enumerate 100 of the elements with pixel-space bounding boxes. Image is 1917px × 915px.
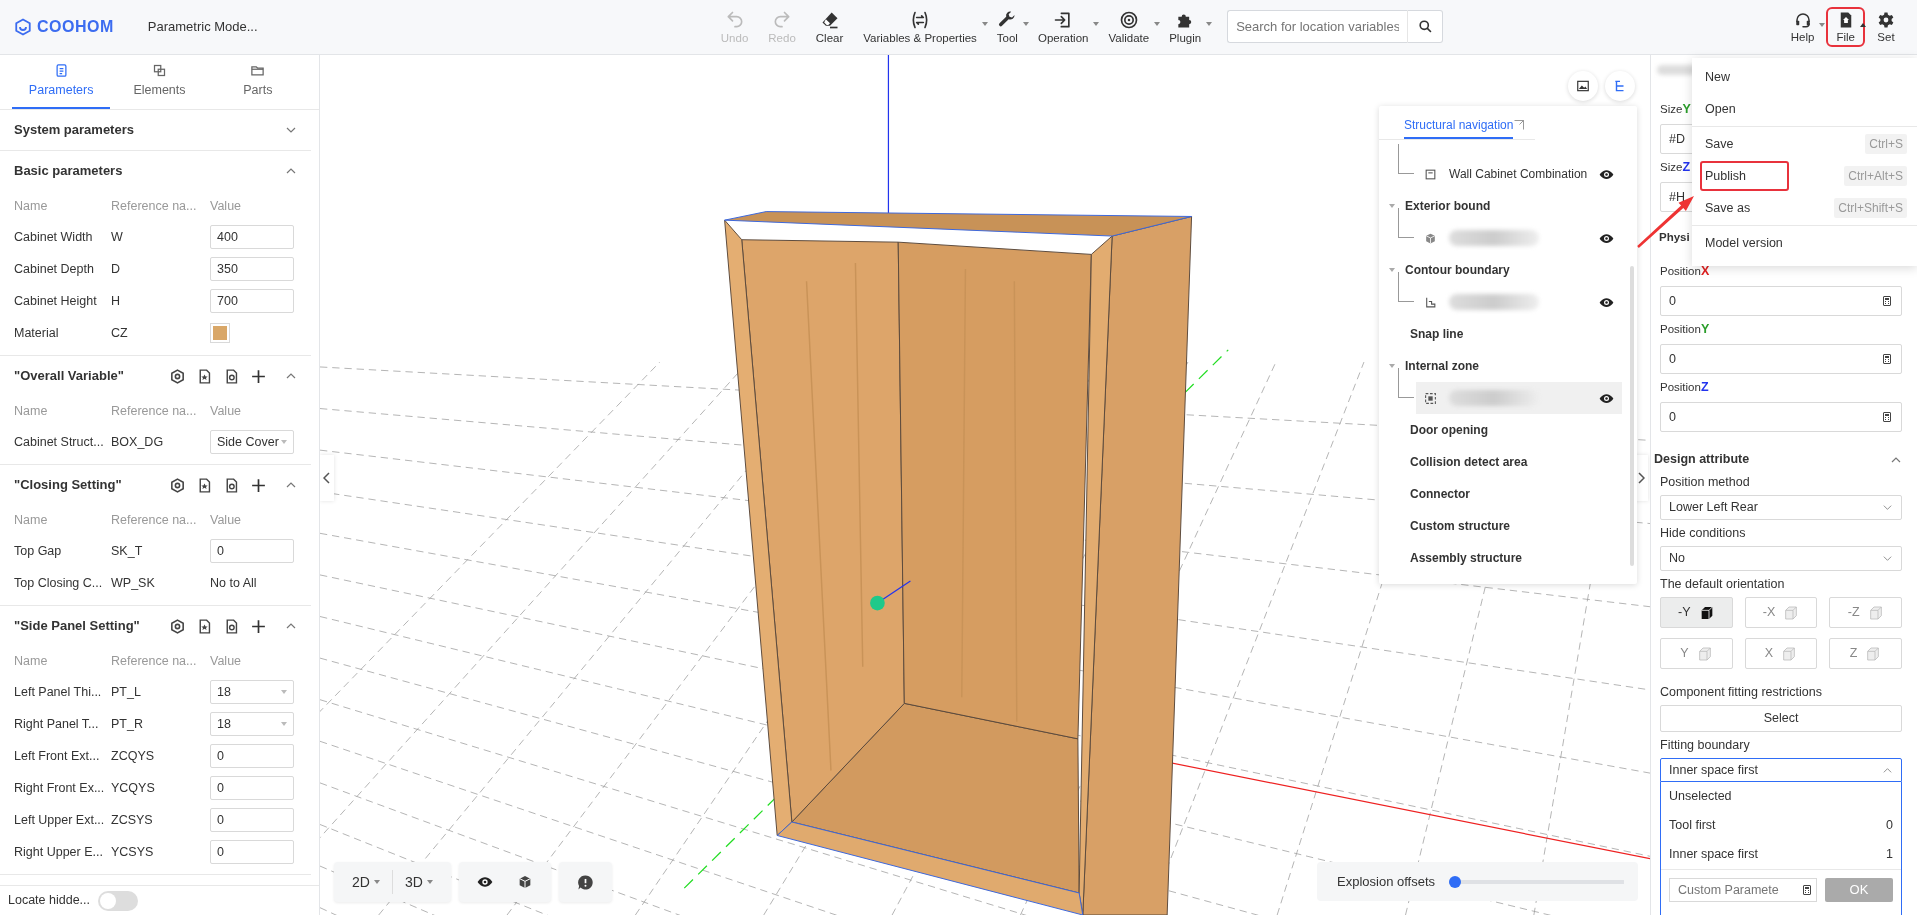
toolbar-button[interactable]: Tool [988,7,1026,47]
tree-item[interactable]: Wall Cabinet Combination [1416,158,1623,190]
cube-icon [1424,231,1437,245]
reference-name: ZCSYS [111,811,154,829]
orientation-button[interactable]: -Y [1660,597,1733,628]
panel-tab[interactable]: Parameters [12,55,111,109]
toolbar-button[interactable]: Validate [1100,7,1158,47]
value-field[interactable]: 0 [210,744,294,768]
material-swatch[interactable] [210,323,230,343]
tree-node[interactable]: Connector [1410,485,1470,503]
menu-item[interactable]: Publish Ctrl+Alt+S [1692,160,1917,192]
reference-name: WP_SK [111,574,156,592]
settings-icon[interactable] [169,476,186,494]
view-mode-button[interactable]: 2D [340,868,392,896]
reference-name: PT_R [111,715,144,733]
value-field[interactable]: 0 [210,840,294,864]
tree-node[interactable]: Assembly structure [1410,549,1523,567]
parameter-name: Material [14,324,60,342]
panel-tab[interactable]: Structural navigation [1404,116,1514,139]
value-field[interactable]: 0 [210,776,294,800]
position-field[interactable]: 0 [1660,402,1902,433]
search-button[interactable] [1407,10,1444,44]
toolbar-button[interactable]: Set [1869,8,1903,46]
tree-node[interactable]: Internal zone [1405,357,1479,375]
reference-name: SK_T [111,542,144,560]
view-mode-button[interactable]: 3D [392,868,445,896]
value-dropdown[interactable]: 18 [210,680,294,704]
tree-node[interactable]: Collision detect area [1410,453,1528,471]
menu-item[interactable]: New [1692,61,1917,93]
orientation-button[interactable]: -X [1744,597,1818,628]
dropdown-option[interactable]: Tool first 0 [1661,811,1901,840]
calculator-icon[interactable] [1881,411,1893,424]
value-field[interactable]: 350 [210,257,294,281]
position-field[interactable]: 0 [1660,344,1902,375]
value-field[interactable]: 400 [210,225,294,249]
cube-icon [1867,604,1884,621]
search-field[interactable]: Search for location variables [1227,10,1408,44]
calculator-icon[interactable] [1881,295,1893,308]
section-title: Design attribute [1654,451,1750,469]
dropdown-field[interactable]: Lower Left Rear [1660,495,1902,520]
tree-node[interactable]: Exterior bound [1405,197,1491,215]
dropdown-field[interactable]: No [1660,546,1902,571]
collapse-handle[interactable] [320,455,334,501]
tree-node[interactable]: Contour boundary [1405,261,1510,279]
dropdown-option[interactable]: Inner space first 1 [1661,840,1901,869]
reference-name: H [111,292,122,310]
toolbar-button[interactable]: Operation [1029,7,1097,47]
settings-icon[interactable] [169,617,186,635]
add-icon[interactable] [250,476,267,494]
orientation-button[interactable]: Y [1660,638,1733,669]
caret-icon [1154,21,1161,26]
orientation-button[interactable]: -Z [1829,597,1902,628]
value-field[interactable]: 700 [210,289,294,313]
corner-icon [1424,295,1437,309]
reference-name: ZCQYS [111,747,156,765]
calculator-icon[interactable] [1881,353,1893,366]
panel-tab[interactable]: Elements [110,55,209,109]
orientation-button[interactable]: X [1744,638,1818,669]
hierarchy-button[interactable] [1605,71,1635,101]
section-title: System parameters [14,121,135,140]
scrollbar[interactable] [1630,266,1634,566]
slider-thumb[interactable] [1449,875,1462,888]
expand-window-icon[interactable] [1513,119,1526,131]
orientation-button[interactable]: Z [1829,638,1902,669]
toggle-switch[interactable] [98,890,138,911]
item-label: Wall Cabinet Combination [1449,166,1588,183]
value-field[interactable]: 0 [210,539,294,563]
toolbar-button[interactable]: Help [1782,8,1823,46]
toolbar-button[interactable]: Variables & Properties [855,7,985,47]
select-button[interactable]: Select [1660,705,1902,732]
toolbar-button[interactable]: Clear [807,7,852,47]
zone-icon [1424,391,1437,405]
position-field[interactable]: 0 [1660,286,1902,317]
menu-item[interactable]: Save Ctrl+S [1692,128,1917,160]
reference-name: BOX_DG [111,433,165,451]
tree-node[interactable]: Snap line [1410,325,1464,343]
chevron-right-icon [1637,472,1645,484]
value-dropdown[interactable]: Side Cover [210,430,294,454]
menu-item[interactable]: Save as Ctrl+Shift+S [1692,192,1917,224]
pivot-handle[interactable] [870,580,912,611]
panel-tab[interactable]: Parts [208,55,307,109]
image-button[interactable] [1568,71,1598,101]
menu-item[interactable]: Model version [1692,227,1917,259]
value-dropdown[interactable]: 18 [210,712,294,736]
caret-icon [1819,22,1826,27]
column-header: Value [210,402,243,420]
dropdown-field[interactable]: Inner space first [1660,758,1902,782]
add-icon[interactable] [250,367,267,385]
settings-icon[interactable] [169,367,186,385]
tree-node[interactable]: Custom structure [1410,517,1510,535]
parameter-name: Cabinet Depth [14,260,95,278]
option-value: 0 [1886,817,1893,835]
search-icon [1417,19,1433,35]
tree-node[interactable]: Door opening [1410,421,1488,439]
toolbar-button[interactable]: Plugin [1161,7,1210,47]
dropdown-option[interactable]: Unselected [1661,782,1901,811]
add-icon[interactable] [250,617,267,635]
menu-item[interactable]: Open [1692,93,1917,125]
value-field[interactable]: 0 [210,808,294,832]
toolbar-button[interactable]: File [1828,8,1863,46]
